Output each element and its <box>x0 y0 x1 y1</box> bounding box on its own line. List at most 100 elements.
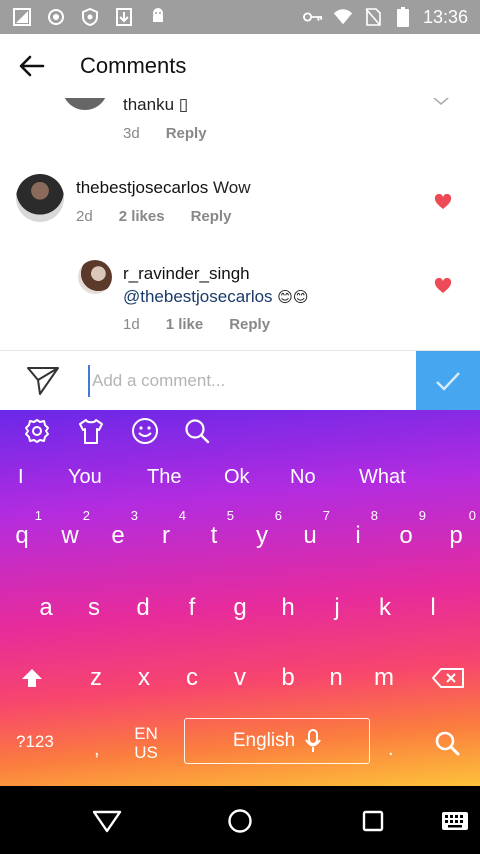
key-label: u <box>303 522 317 549</box>
key[interactable]: 9o <box>384 508 428 550</box>
arrow-left-icon <box>19 55 45 77</box>
key[interactable]: d <box>121 594 165 622</box>
square-recents-icon <box>362 810 384 832</box>
comment-username[interactable]: r_ravinder_singh <box>123 264 250 284</box>
key[interactable]: c <box>170 664 214 692</box>
key[interactable]: h <box>266 594 310 622</box>
key[interactable]: 5t <box>192 508 236 550</box>
key[interactable]: n <box>314 664 358 692</box>
avatar[interactable] <box>62 98 108 110</box>
page-title: Comments <box>80 53 187 78</box>
download-icon <box>114 7 134 27</box>
key[interactable]: m <box>362 664 406 692</box>
key[interactable]: 3e <box>96 508 140 550</box>
emoji-icon[interactable] <box>130 416 160 446</box>
key-number-hint: 1 <box>34 508 42 523</box>
shift-key[interactable] <box>18 664 46 692</box>
suggestion-item[interactable]: No <box>290 466 316 489</box>
avatar[interactable] <box>16 174 64 222</box>
key[interactable]: j <box>315 594 359 622</box>
key[interactable]: x <box>122 664 166 692</box>
key[interactable]: 7u <box>288 508 332 550</box>
key[interactable]: l <box>411 594 455 622</box>
suggestion-item[interactable]: The <box>147 466 181 489</box>
key-label: p <box>449 522 463 549</box>
backspace-icon <box>432 668 464 688</box>
suggestion-item[interactable]: What <box>359 466 406 489</box>
nav-keyboard-switch-button[interactable] <box>438 806 472 836</box>
settings-icon[interactable] <box>22 416 52 446</box>
search-icon[interactable] <box>182 416 212 446</box>
shield-icon <box>80 7 100 27</box>
suggestion-item[interactable]: I <box>18 466 24 489</box>
language-code: EN <box>134 724 158 743</box>
key[interactable]: z <box>74 664 118 692</box>
nav-recents-button[interactable] <box>356 806 390 836</box>
key[interactable]: f <box>170 594 214 622</box>
key[interactable]: 4r <box>144 508 188 550</box>
search-key[interactable] <box>432 728 462 758</box>
key-label: w <box>61 522 79 549</box>
key[interactable]: 8i <box>336 508 380 550</box>
symbols-key[interactable]: ?123 <box>16 732 54 752</box>
key-number-hint: 7 <box>322 508 330 523</box>
mention-link[interactable]: @thebestjosecarlos <box>123 287 273 306</box>
reply-button[interactable]: Reply <box>166 125 207 142</box>
key-number-hint: 5 <box>226 508 234 523</box>
no-sim-icon <box>363 7 383 27</box>
post-comment-button[interactable] <box>416 351 480 411</box>
key-number-hint: 4 <box>178 508 186 523</box>
key-label: y <box>256 522 268 549</box>
comment-username[interactable]: thebestjosecarlos <box>76 178 208 197</box>
period-key[interactable]: . <box>388 738 394 761</box>
key-label: i <box>355 522 361 549</box>
nav-back-button[interactable] <box>90 806 124 836</box>
key[interactable]: b <box>266 664 310 692</box>
heart-icon[interactable] <box>434 194 452 210</box>
key-label: r <box>162 522 170 549</box>
comma-key[interactable]: , <box>94 738 100 761</box>
theme-shirt-icon[interactable] <box>76 416 106 446</box>
chevron-down-icon[interactable] <box>432 98 450 106</box>
battery-icon <box>393 7 413 27</box>
comment-meta: 1d 1 like Reply <box>123 316 270 333</box>
nav-home-button[interactable] <box>223 806 257 836</box>
key[interactable]: g <box>218 594 262 622</box>
language-region: US <box>134 743 158 762</box>
avatar[interactable] <box>78 260 112 294</box>
comment-emoji: 😊😊 <box>277 289 309 306</box>
language-switch-key[interactable]: EN US <box>130 724 162 762</box>
comment-meta: 2d 2 likes Reply <box>76 208 231 225</box>
key-number-hint: 9 <box>418 508 426 523</box>
key[interactable]: s <box>72 594 116 622</box>
key[interactable]: 0p <box>434 508 478 550</box>
reply-button[interactable]: Reply <box>191 208 232 225</box>
comment-body: Wow <box>213 178 251 197</box>
key-label: e <box>111 522 125 549</box>
suggestion-item[interactable]: You <box>68 466 102 489</box>
key-label: o <box>399 522 413 549</box>
key[interactable]: 6y <box>240 508 284 550</box>
check-icon <box>436 372 460 391</box>
search-icon <box>435 731 460 756</box>
key[interactable]: k <box>363 594 407 622</box>
comment-text: thebestjosecarlos Wow <box>76 178 251 198</box>
backspace-key[interactable] <box>430 664 466 692</box>
heart-icon[interactable] <box>434 278 452 294</box>
comment-input[interactable] <box>88 365 408 397</box>
screenshot-icon <box>12 7 32 27</box>
suggestion-item[interactable]: Ok <box>224 466 250 489</box>
likes-count[interactable]: 2 likes <box>119 208 165 225</box>
list-item: thanku ▯ 3d Reply <box>0 98 480 154</box>
key[interactable]: 1q <box>0 508 44 550</box>
key[interactable]: v <box>218 664 262 692</box>
key[interactable]: a <box>24 594 68 622</box>
space-bar[interactable]: English <box>184 718 370 764</box>
direct-send-icon[interactable] <box>26 366 60 396</box>
likes-count[interactable]: 1 like <box>166 316 204 333</box>
reply-button[interactable]: Reply <box>229 316 270 333</box>
back-button[interactable] <box>0 34 64 98</box>
space-bar-label: English <box>232 730 296 751</box>
key[interactable]: 2w <box>48 508 92 550</box>
comments-list: thanku ▯ 3d Reply thebestjosecarlos Wow … <box>0 98 480 350</box>
